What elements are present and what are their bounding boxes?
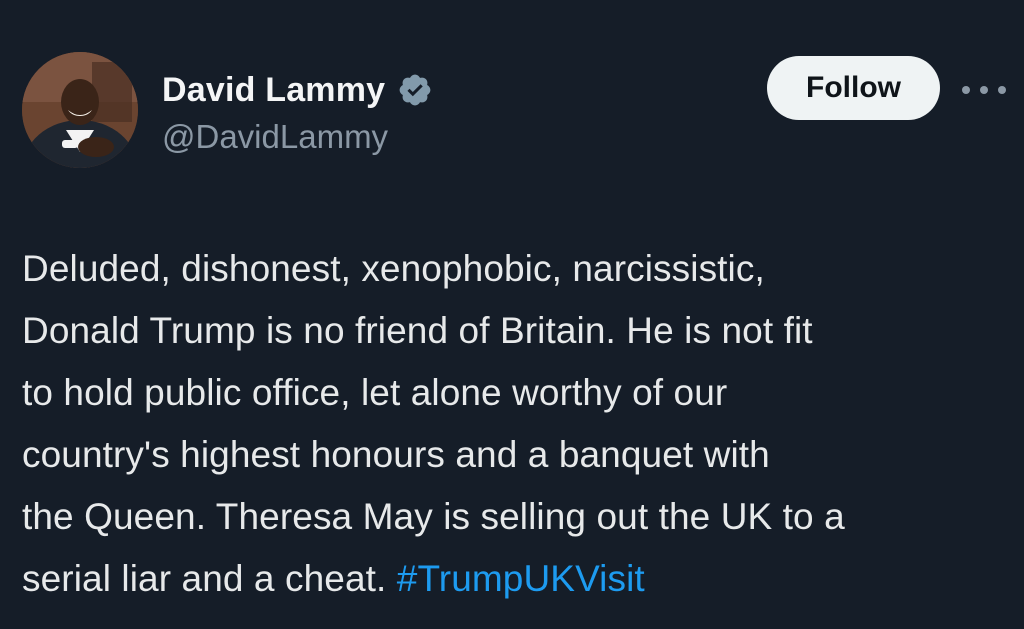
- tweet-line: Deluded, dishonest, xenophobic, narcissi…: [22, 248, 765, 289]
- avatar-image: [22, 52, 138, 168]
- follow-button[interactable]: Follow: [767, 56, 940, 120]
- display-name-row: David Lammy: [162, 68, 433, 112]
- avatar[interactable]: [22, 52, 138, 168]
- tweet-line-last: serial liar and a cheat. #TrumpUKVisit: [22, 548, 1012, 610]
- tweet-text: Deluded, dishonest, xenophobic, narcissi…: [22, 238, 1012, 610]
- tweet-line: the Queen. Theresa May is selling out th…: [22, 496, 845, 537]
- tweet-card: David Lammy @DavidLammy Follow Deluded, …: [0, 0, 1024, 629]
- verified-badge-icon[interactable]: [397, 72, 433, 108]
- display-name[interactable]: David Lammy: [162, 71, 385, 110]
- tweet-line: Donald Trump is no friend of Britain. He…: [22, 310, 813, 351]
- tweet-line: to hold public office, let alone worthy …: [22, 372, 728, 413]
- handle[interactable]: @DavidLammy: [162, 118, 433, 156]
- tweet-line-text: serial liar and a cheat.: [22, 558, 397, 599]
- more-horizontal-icon[interactable]: [962, 80, 1006, 100]
- tweet-header: David Lammy @DavidLammy Follow: [22, 52, 1006, 172]
- hashtag-link[interactable]: #TrumpUKVisit: [397, 558, 645, 599]
- dot: [962, 86, 970, 94]
- author-names: David Lammy @DavidLammy: [162, 68, 433, 156]
- dot: [998, 86, 1006, 94]
- tweet-line: country's highest honours and a banquet …: [22, 434, 770, 475]
- dot: [980, 86, 988, 94]
